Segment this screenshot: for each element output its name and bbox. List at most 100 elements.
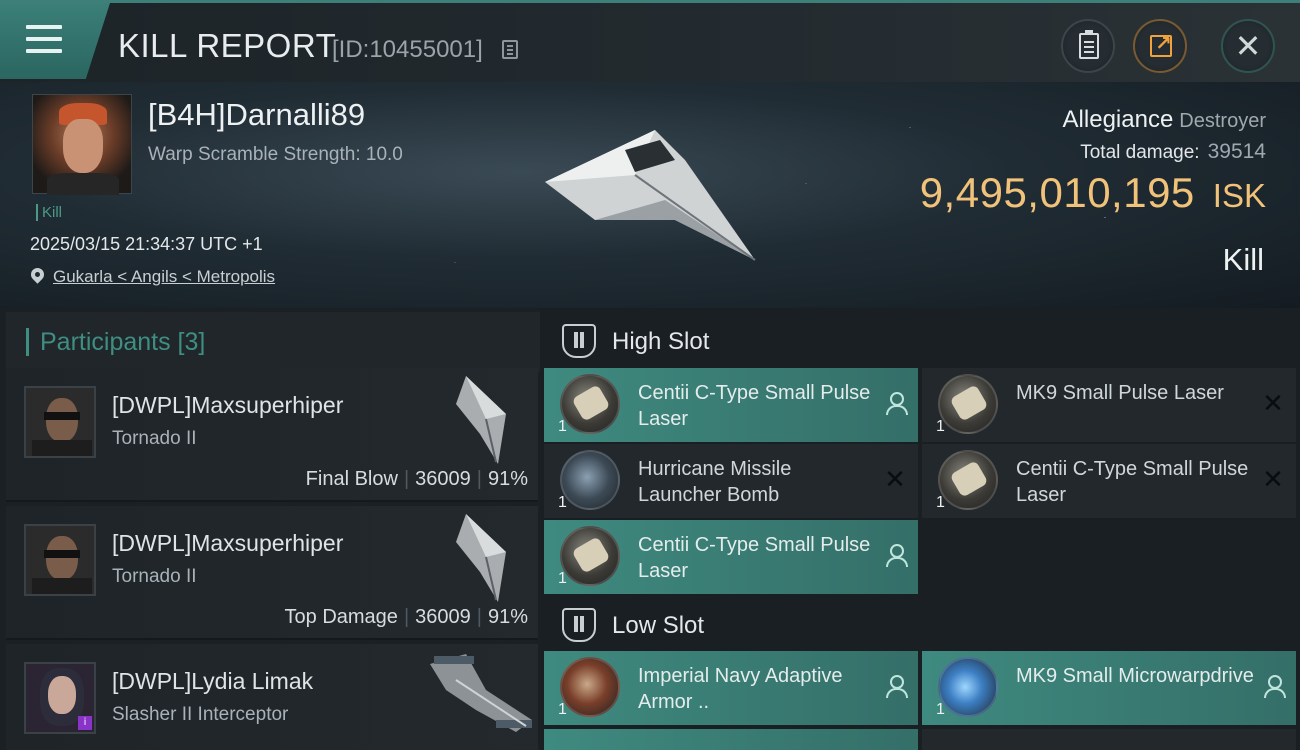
victim-ship-image[interactable] [535,120,765,270]
participant-avatar[interactable] [24,524,96,596]
header-bar: KILL REPORT [ID:10455001] ✕ [0,0,1300,82]
participant-name: [DWPL]Lydia Limak [112,668,314,694]
participants-title: Participants [3] [40,328,206,356]
participants-header: Participants [3] [6,312,540,372]
module-item[interactable]: 1 Hurricane Missile Launcher Bomb ✕ [544,444,918,518]
menu-button[interactable] [0,3,110,79]
module-quantity: 1 [936,701,945,718]
participant-row[interactable]: [DWPL]Maxsuperhiper Tornado II Final Blo… [6,368,538,502]
pulse-laser-icon [938,450,998,510]
isk-value: 9,495,010,195 ISK [920,169,1266,217]
participant-damage: 36009 [415,606,471,628]
module-name: MK9 Small Microwarpdrive [1016,665,1254,687]
module-item[interactable]: 1 Centii C-Type Small Pulse Laser ✕ [922,444,1296,518]
isk-amount: 9,495,010,195 [919,169,1195,216]
low-slot-title: Low Slot [612,612,705,639]
clipboard-button[interactable] [1061,19,1115,73]
module-name: Centii C-Type Small Pulse Laser [1016,458,1249,506]
close-icon: ✕ [1234,27,1262,65]
participant-name: [DWPL]Maxsuperhiper [112,392,344,418]
module-quantity: 1 [936,418,945,435]
participant-stats: Final Blow | 36009 | 91% [305,468,528,490]
module-name: Imperial Navy Adaptive Armor .. [638,665,843,713]
module-quantity: 1 [558,418,567,435]
module-name: MK9 Small Pulse Laser [1016,382,1224,404]
kill-timestamp: 2025/03/15 21:34:37 UTC +1 [30,234,263,254]
location-link[interactable]: Gukarla < Angils < Metropolis [53,267,275,287]
high-slot-title: High Slot [612,328,710,355]
participant-percent: 91% [487,606,528,628]
share-button[interactable] [1133,19,1187,73]
low-slot-icon [562,608,596,642]
allegiance-label: Allegiance [1062,106,1174,133]
participant-ship: Tornado II [112,566,197,587]
module-name: Centii C-Type Small Pulse Laser [638,382,871,430]
copy-icon[interactable] [502,40,518,59]
menu-icon [26,25,62,53]
dropped-person-icon [884,675,908,699]
missile-launcher-icon [560,450,620,510]
victim-portrait[interactable] [32,94,132,195]
module-name: Hurricane Missile Launcher Bomb [638,458,792,506]
participant-ship: Slasher II Interceptor [112,704,289,725]
participant-row[interactable]: [DWPL]Maxsuperhiper Tornado II Top Damag… [6,506,538,640]
dropped-person-icon [884,544,908,568]
participant-damage: 36009 [415,468,471,490]
pulse-laser-icon [938,374,998,434]
victim-name[interactable]: [B4H]Darnalli89 [148,97,365,133]
total-damage-value: 39514 [1207,140,1266,163]
participant-role: Final Blow [305,468,398,490]
participant-role: Top Damage [284,606,398,628]
module-quantity: 1 [558,494,567,511]
participants-panel: Participants [3] [DWPL]Maxsuperhiper Tor… [0,308,540,750]
module-item[interactable]: 1 Imperial Navy Adaptive Armor .. [544,651,918,725]
low-slot-header: Low Slot [544,596,1296,656]
page-title: KILL REPORT [118,27,337,64]
clipboard-icon [1079,30,1099,59]
participant-stats: Top Damage | 36009 | 91% [284,606,528,628]
module-item[interactable]: 1 Centii C-Type Small Pulse Laser [544,520,918,594]
kill-tag: Kill [36,204,62,221]
module-name: Centii C-Type Small Pulse Laser [638,534,871,582]
participant-ship-image [456,376,506,464]
module-quantity: 1 [558,701,567,718]
participant-avatar[interactable]: i [24,662,96,734]
pulse-laser-icon [560,526,620,586]
participant-percent: 91% [487,468,528,490]
close-button[interactable]: ✕ [1221,19,1275,73]
participant-ship: Tornado II [112,428,197,449]
module-item-partial[interactable] [922,729,1296,750]
microwarpdrive-icon [938,657,998,717]
participant-name: [DWPL]Maxsuperhiper [112,530,344,556]
allegiance: Allegiance Destroyer [1063,106,1266,134]
module-item[interactable]: 1 MK9 Small Pulse Laser ✕ [922,368,1296,442]
module-item[interactable]: 1 Centii C-Type Small Pulse Laser [544,368,918,442]
high-slot-icon [562,324,596,358]
module-item[interactable]: 1 MK9 Small Microwarpdrive [922,651,1296,725]
module-quantity: 1 [558,570,567,587]
share-icon [1150,31,1172,57]
destroyed-x-icon: ✕ [884,465,906,495]
isk-unit: ISK [1212,177,1266,214]
participant-ship-image [456,514,506,602]
destroyed-x-icon: ✕ [1262,465,1284,495]
high-slot-header: High Slot [544,312,1296,372]
participant-avatar[interactable] [24,386,96,458]
pulse-laser-icon [560,374,620,434]
destroyed-x-icon: ✕ [1262,389,1284,419]
total-damage-label: Total damage: [1080,142,1200,163]
kill-type: Kill [1222,242,1264,277]
participant-row[interactable]: i [DWPL]Lydia Limak Slasher II Intercept… [6,644,538,750]
participant-ship-image [430,654,532,732]
allegiance-value: Destroyer [1179,110,1266,132]
victim-banner: [B4H]Darnalli89 Warp Scramble Strength: … [0,82,1300,308]
module-item-partial[interactable] [544,729,918,750]
armor-hardener-icon [560,657,620,717]
warp-scramble-strength: Warp Scramble Strength: 10.0 [148,144,403,165]
total-damage: Total damage: 39514 [1080,140,1266,164]
info-badge-icon: i [78,716,92,730]
dropped-person-icon [1262,675,1286,699]
dropped-person-icon [884,392,908,416]
report-id: [ID:10455001] [332,36,483,63]
fitting-panel: High Slot 1 Centii C-Type Small Pulse La… [540,308,1300,750]
